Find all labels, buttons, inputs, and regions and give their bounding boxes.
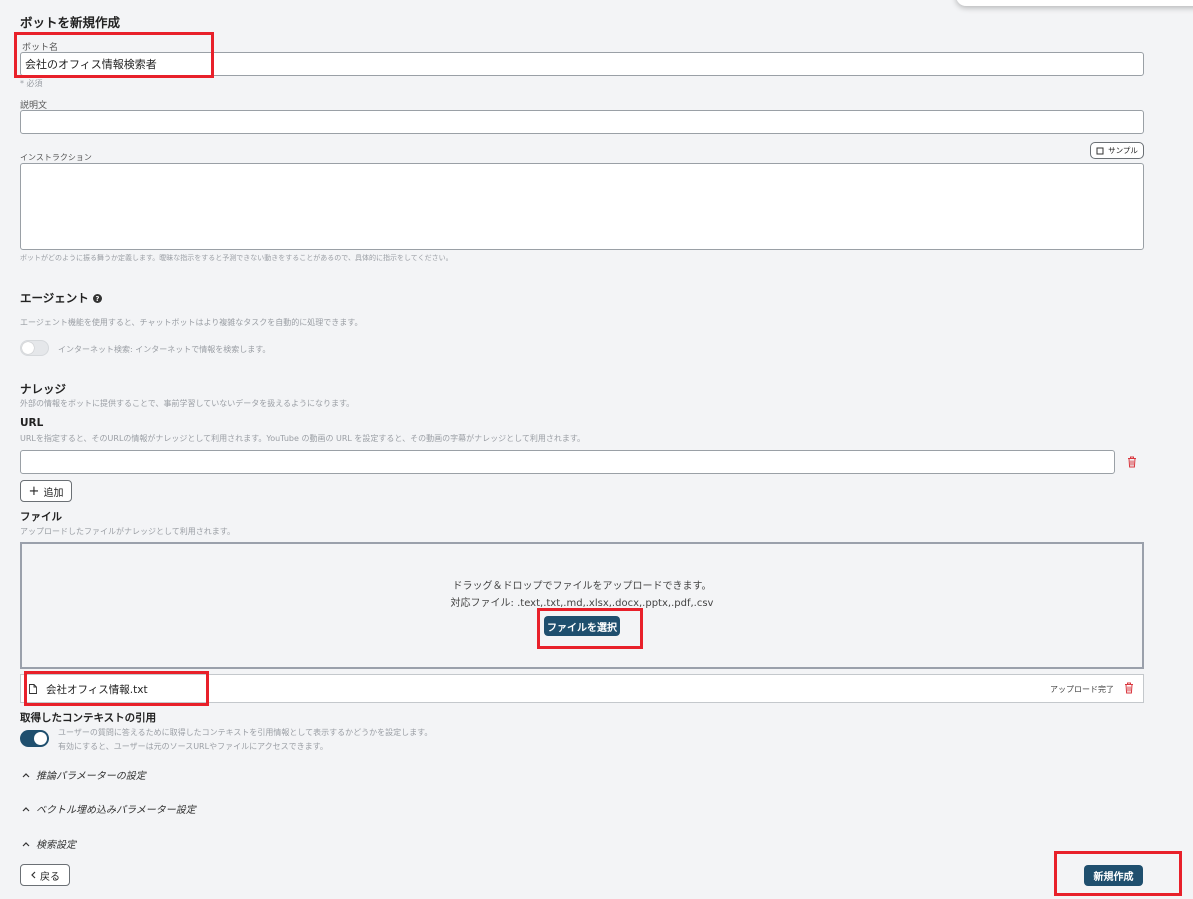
highlight-select-file	[537, 608, 643, 649]
citation-toggle[interactable]	[20, 730, 49, 747]
description-input[interactable]	[20, 110, 1144, 134]
drop-text: ドラッグ＆ドロップでファイルをアップロードできます。	[452, 581, 712, 592]
highlight-uploaded-file	[24, 671, 209, 706]
upload-status: アップロード完了	[1050, 685, 1114, 694]
internet-search-label: インターネット検索: インターネットで情報を検索します。	[58, 345, 271, 354]
highlight-bot-name	[14, 32, 214, 78]
chevron-up-icon	[22, 772, 30, 777]
search-settings-toggle[interactable]: 検索設定	[22, 836, 76, 851]
citation-line2: 有効にすると、ユーザーは元のソースURLやファイルにアクセスできます。	[58, 742, 328, 751]
chevron-up-icon	[22, 841, 30, 846]
delete-file-icon[interactable]	[1124, 682, 1134, 694]
knowledge-title: ナレッジ	[20, 382, 66, 396]
popup-edge	[956, 0, 1193, 6]
toggle-knob	[34, 732, 47, 745]
embedding-settings-label: ベクトル埋め込みパラメーター設定	[36, 805, 196, 816]
back-button-label: 戻る	[40, 871, 60, 883]
plus-icon: +	[28, 483, 40, 499]
url-input[interactable]	[20, 450, 1115, 474]
instruction-hint: ボットがどのように振る舞うか定義します。曖昧な指示をすると予測できない動きをする…	[20, 254, 453, 262]
inference-settings-label: 推論パラメーターの設定	[36, 771, 146, 782]
file-title: ファイル	[20, 511, 62, 523]
chevron-up-icon	[22, 806, 30, 811]
svg-text:?: ?	[95, 295, 99, 303]
sample-button-label: サンプル	[1108, 146, 1138, 155]
knowledge-description: 外部の情報をボットに提供することで、事前学習していないデータを扱えるようになりま…	[20, 399, 355, 408]
agent-title: エージェント	[20, 291, 89, 305]
embedding-settings-toggle[interactable]: ベクトル埋め込みパラメーター設定	[22, 801, 196, 816]
chevron-left-icon	[31, 871, 36, 879]
internet-search-toggle[interactable]	[20, 340, 49, 356]
required-note: * 必須	[20, 79, 43, 88]
url-description: URLを指定すると、そのURLの情報がナレッジとして利用されます。YouTube…	[20, 434, 586, 443]
citation-line1: ユーザーの質問に答えるために取得したコンテキストを引用情報として表示するかどうか…	[58, 728, 433, 737]
page-title: ボットを新規作成	[20, 15, 121, 30]
agent-title-row: エージェント ?	[20, 290, 102, 306]
add-url-label: 追加	[43, 487, 64, 499]
inference-settings-toggle[interactable]: 推論パラメーターの設定	[22, 767, 146, 782]
delete-url-icon[interactable]	[1127, 456, 1137, 468]
url-title: URL	[20, 417, 44, 429]
sample-button[interactable]: サンプル	[1090, 142, 1144, 159]
agent-description: エージェント機能を使用すると、チャットボットはより複雑なタスクを自動的に処理でき…	[20, 318, 363, 327]
add-url-button[interactable]: + 追加	[20, 480, 72, 502]
instruction-label: インストラクション	[20, 153, 92, 162]
supported-files-text: 対応ファイル: .text,.txt,.md,.xlsx,.docx,.pptx…	[450, 598, 714, 609]
back-button[interactable]: 戻る	[20, 864, 70, 886]
sample-icon	[1096, 147, 1104, 154]
file-description: アップロードしたファイルがナレッジとして利用されます。	[20, 527, 235, 536]
citation-title: 取得したコンテキストの引用	[20, 712, 157, 724]
highlight-create-button	[1054, 851, 1182, 896]
search-settings-label: 検索設定	[36, 840, 76, 851]
toggle-knob	[22, 342, 34, 354]
instruction-textarea[interactable]	[20, 163, 1144, 250]
help-icon[interactable]: ?	[92, 293, 102, 303]
